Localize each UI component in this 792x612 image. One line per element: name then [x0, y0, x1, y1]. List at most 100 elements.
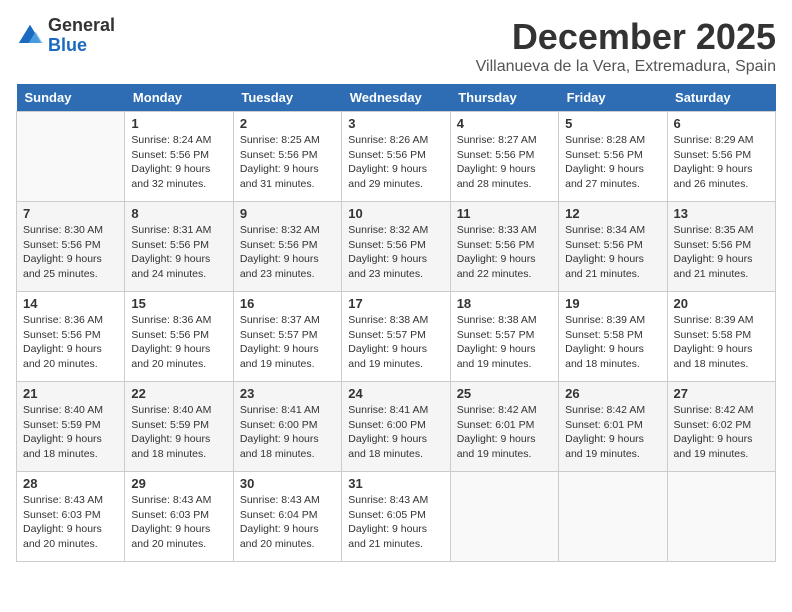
calendar-cell: 16 Sunrise: 8:37 AMSunset: 5:57 PMDayligh… [233, 292, 341, 382]
calendar-week-row: 21 Sunrise: 8:40 AMSunset: 5:59 PMDayligh… [17, 382, 776, 472]
day-info: Sunrise: 8:29 AMSunset: 5:56 PMDaylight:… [674, 133, 769, 192]
day-number: 22 [131, 386, 226, 401]
day-info: Sunrise: 8:40 AMSunset: 5:59 PMDaylight:… [131, 403, 226, 462]
day-number: 24 [348, 386, 443, 401]
calendar-cell: 28 Sunrise: 8:43 AMSunset: 6:03 PMDayligh… [17, 472, 125, 562]
day-info: Sunrise: 8:41 AMSunset: 6:00 PMDaylight:… [240, 403, 335, 462]
day-info: Sunrise: 8:42 AMSunset: 6:02 PMDaylight:… [674, 403, 769, 462]
logo-general: General [48, 15, 115, 35]
calendar-cell: 2 Sunrise: 8:25 AMSunset: 5:56 PMDaylight… [233, 112, 341, 202]
calendar-cell: 14 Sunrise: 8:36 AMSunset: 5:56 PMDayligh… [17, 292, 125, 382]
day-info: Sunrise: 8:30 AMSunset: 5:56 PMDaylight:… [23, 223, 118, 282]
header: General Blue December 2025 Villanueva de… [16, 16, 776, 76]
calendar-cell: 29 Sunrise: 8:43 AMSunset: 6:03 PMDayligh… [125, 472, 233, 562]
calendar-cell [667, 472, 775, 562]
calendar-cell: 1 Sunrise: 8:24 AMSunset: 5:56 PMDaylight… [125, 112, 233, 202]
location-subtitle: Villanueva de la Vera, Extremadura, Spai… [476, 58, 776, 76]
day-number: 13 [674, 206, 769, 221]
day-info: Sunrise: 8:42 AMSunset: 6:01 PMDaylight:… [457, 403, 552, 462]
day-info: Sunrise: 8:25 AMSunset: 5:56 PMDaylight:… [240, 133, 335, 192]
calendar-cell: 23 Sunrise: 8:41 AMSunset: 6:00 PMDayligh… [233, 382, 341, 472]
day-info: Sunrise: 8:43 AMSunset: 6:05 PMDaylight:… [348, 493, 443, 552]
day-number: 20 [674, 296, 769, 311]
day-number: 9 [240, 206, 335, 221]
calendar-cell: 11Sunrise: 8:33 AMSunset: 5:56 PMDayligh… [450, 202, 558, 292]
day-info: Sunrise: 8:39 AMSunset: 5:58 PMDaylight:… [565, 313, 660, 372]
calendar-cell: 6 Sunrise: 8:29 AMSunset: 5:56 PMDaylight… [667, 112, 775, 202]
day-info: Sunrise: 8:32 AMSunset: 5:56 PMDaylight:… [348, 223, 443, 282]
weekday-header-sunday: Sunday [17, 84, 125, 112]
day-number: 27 [674, 386, 769, 401]
day-info: Sunrise: 8:40 AMSunset: 5:59 PMDaylight:… [23, 403, 118, 462]
day-info: Sunrise: 8:27 AMSunset: 5:56 PMDaylight:… [457, 133, 552, 192]
weekday-header-monday: Monday [125, 84, 233, 112]
month-year-title: December 2025 [476, 16, 776, 58]
day-number: 5 [565, 116, 660, 131]
calendar-cell: 30Sunrise: 8:43 AMSunset: 6:04 PMDayligh… [233, 472, 341, 562]
day-info: Sunrise: 8:43 AMSunset: 6:03 PMDaylight:… [23, 493, 118, 552]
weekday-header-friday: Friday [559, 84, 667, 112]
day-number: 15 [131, 296, 226, 311]
day-info: Sunrise: 8:37 AMSunset: 5:57 PMDaylight:… [240, 313, 335, 372]
calendar-week-row: 28 Sunrise: 8:43 AMSunset: 6:03 PMDayligh… [17, 472, 776, 562]
weekday-header-wednesday: Wednesday [342, 84, 450, 112]
day-info: Sunrise: 8:32 AMSunset: 5:56 PMDaylight:… [240, 223, 335, 282]
logo-blue: Blue [48, 35, 87, 55]
day-number: 12 [565, 206, 660, 221]
calendar-cell: 15 Sunrise: 8:36 AMSunset: 5:56 PMDayligh… [125, 292, 233, 382]
day-number: 1 [131, 116, 226, 131]
weekday-header-saturday: Saturday [667, 84, 775, 112]
day-number: 23 [240, 386, 335, 401]
calendar-cell: 26 Sunrise: 8:42 AMSunset: 6:01 PMDayligh… [559, 382, 667, 472]
calendar-cell: 31 Sunrise: 8:43 AMSunset: 6:05 PMDayligh… [342, 472, 450, 562]
day-number: 11 [457, 206, 552, 221]
day-info: Sunrise: 8:41 AMSunset: 6:00 PMDaylight:… [348, 403, 443, 462]
calendar-cell: 20Sunrise: 8:39 AMSunset: 5:58 PMDayligh… [667, 292, 775, 382]
calendar-cell: 3Sunrise: 8:26 AMSunset: 5:56 PMDaylight… [342, 112, 450, 202]
logo-icon [16, 22, 44, 50]
day-info: Sunrise: 8:42 AMSunset: 6:01 PMDaylight:… [565, 403, 660, 462]
calendar-cell: 24 Sunrise: 8:41 AMSunset: 6:00 PMDayligh… [342, 382, 450, 472]
logo: General Blue [16, 16, 115, 56]
title-area: December 2025 Villanueva de la Vera, Ext… [476, 16, 776, 76]
day-number: 25 [457, 386, 552, 401]
calendar-cell: 22 Sunrise: 8:40 AMSunset: 5:59 PMDayligh… [125, 382, 233, 472]
calendar-cell: 18 Sunrise: 8:38 AMSunset: 5:57 PMDayligh… [450, 292, 558, 382]
day-number: 6 [674, 116, 769, 131]
day-number: 30 [240, 476, 335, 491]
calendar-cell: 9 Sunrise: 8:32 AMSunset: 5:56 PMDaylight… [233, 202, 341, 292]
day-info: Sunrise: 8:24 AMSunset: 5:56 PMDaylight:… [131, 133, 226, 192]
day-info: Sunrise: 8:38 AMSunset: 5:57 PMDaylight:… [457, 313, 552, 372]
day-number: 7 [23, 206, 118, 221]
calendar-cell: 4Sunrise: 8:27 AMSunset: 5:56 PMDaylight… [450, 112, 558, 202]
day-info: Sunrise: 8:43 AMSunset: 6:03 PMDaylight:… [131, 493, 226, 552]
calendar-cell [559, 472, 667, 562]
day-number: 26 [565, 386, 660, 401]
day-info: Sunrise: 8:36 AMSunset: 5:56 PMDaylight:… [23, 313, 118, 372]
calendar-week-row: 14 Sunrise: 8:36 AMSunset: 5:56 PMDayligh… [17, 292, 776, 382]
weekday-header-tuesday: Tuesday [233, 84, 341, 112]
calendar-cell: 19Sunrise: 8:39 AMSunset: 5:58 PMDayligh… [559, 292, 667, 382]
day-number: 3 [348, 116, 443, 131]
day-info: Sunrise: 8:38 AMSunset: 5:57 PMDaylight:… [348, 313, 443, 372]
day-number: 18 [457, 296, 552, 311]
day-info: Sunrise: 8:28 AMSunset: 5:56 PMDaylight:… [565, 133, 660, 192]
calendar-cell: 21 Sunrise: 8:40 AMSunset: 5:59 PMDayligh… [17, 382, 125, 472]
calendar-table: SundayMondayTuesdayWednesdayThursdayFrid… [16, 84, 776, 562]
day-number: 31 [348, 476, 443, 491]
calendar-cell: 7 Sunrise: 8:30 AMSunset: 5:56 PMDaylight… [17, 202, 125, 292]
logo-text: General Blue [48, 16, 115, 56]
weekday-header-row: SundayMondayTuesdayWednesdayThursdayFrid… [17, 84, 776, 112]
day-number: 16 [240, 296, 335, 311]
weekday-header-thursday: Thursday [450, 84, 558, 112]
day-info: Sunrise: 8:31 AMSunset: 5:56 PMDaylight:… [131, 223, 226, 282]
calendar-cell: 27 Sunrise: 8:42 AMSunset: 6:02 PMDayligh… [667, 382, 775, 472]
day-number: 29 [131, 476, 226, 491]
day-number: 28 [23, 476, 118, 491]
day-info: Sunrise: 8:35 AMSunset: 5:56 PMDaylight:… [674, 223, 769, 282]
calendar-cell: 5 Sunrise: 8:28 AMSunset: 5:56 PMDaylight… [559, 112, 667, 202]
day-info: Sunrise: 8:36 AMSunset: 5:56 PMDaylight:… [131, 313, 226, 372]
day-number: 21 [23, 386, 118, 401]
day-number: 2 [240, 116, 335, 131]
day-number: 14 [23, 296, 118, 311]
